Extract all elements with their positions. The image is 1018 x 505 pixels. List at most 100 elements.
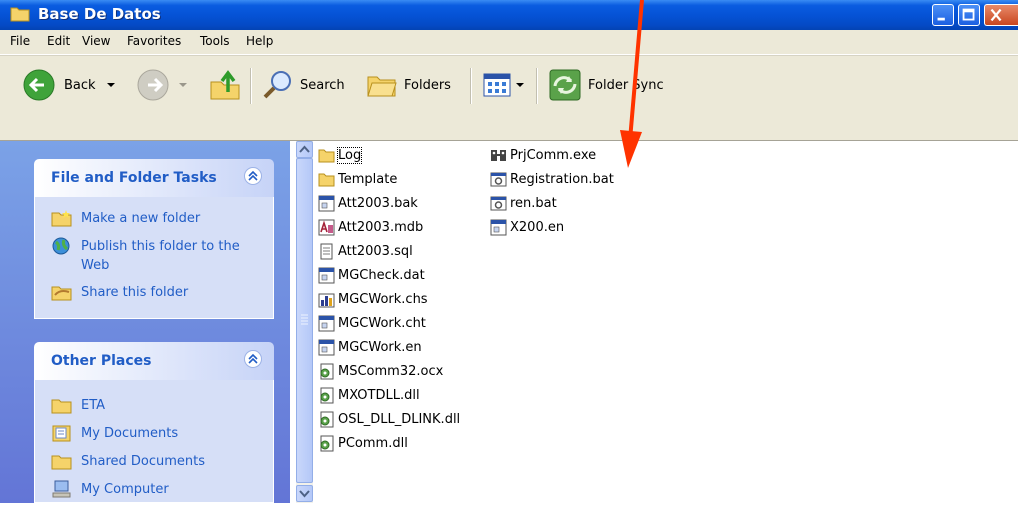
search-label: Search [300, 77, 345, 93]
other-places-header[interactable]: Other Places [34, 342, 274, 380]
list-item-file[interactable]: Registration.bat [490, 168, 614, 190]
dropdown-arrow-icon[interactable] [178, 80, 188, 90]
list-item-file[interactable]: PrjComm.exe [490, 144, 596, 166]
dll-file-icon [320, 411, 334, 427]
close-button[interactable] [984, 4, 1018, 26]
folder-icon [318, 149, 335, 162]
back-button[interactable]: Back [22, 68, 116, 102]
title-bar[interactable]: Base De Datos [0, 0, 1018, 30]
task-share-folder[interactable]: Share this folder [51, 283, 251, 302]
file-tasks-header[interactable]: File and Folder Tasks [34, 159, 274, 197]
list-item-file[interactable]: Att2003.sql [318, 240, 413, 262]
generic-file-icon [318, 315, 335, 331]
chevron-up-icon[interactable] [244, 350, 262, 368]
list-item-file[interactable]: MGCheck.dat [318, 264, 425, 286]
scroll-thumb[interactable] [296, 158, 313, 483]
list-item-folder[interactable]: Template [318, 168, 397, 190]
task-publish-folder[interactable]: Publish this folder to the Web [51, 237, 251, 275]
list-item-file[interactable]: MGCWork.cht [318, 312, 426, 334]
list-item-file[interactable]: PComm.dll [318, 432, 408, 454]
file-name: MGCWork.chs [338, 291, 428, 307]
file-name: MGCheck.dat [338, 267, 425, 283]
list-item-file[interactable]: MXOTDLL.dll [318, 384, 420, 406]
task-label: Share this folder [81, 285, 189, 300]
list-item-folder[interactable]: Log [318, 144, 363, 166]
file-name: Att2003.mdb [338, 219, 424, 235]
other-places-panel: ETA My Documents Shared Documents My Com… [34, 380, 274, 503]
list-item-file[interactable]: MSComm32.ocx [318, 360, 443, 382]
window-title: Base De Datos [38, 5, 161, 23]
place-label: Shared Documents [81, 454, 206, 469]
menu-view[interactable]: View [82, 34, 110, 48]
file-name: MSComm32.ocx [338, 363, 444, 379]
file-name: MGCWork.cht [338, 315, 426, 331]
folder-icon [10, 7, 30, 22]
place-shared-documents[interactable]: Shared Documents [51, 452, 251, 471]
list-item-file[interactable]: Att2003.mdb [318, 216, 423, 238]
file-name: PrjComm.exe [510, 147, 597, 163]
file-name: ren.bat [510, 195, 557, 211]
dropdown-arrow-icon[interactable] [515, 80, 525, 90]
generic-file-icon [318, 195, 335, 211]
menu-file[interactable]: File [10, 34, 30, 48]
toolbar-separator [536, 68, 538, 104]
place-label: ETA [81, 398, 106, 413]
file-name: OSL_DLL_DLINK.dll [338, 411, 461, 427]
task-label: Make a new folder [81, 211, 201, 226]
file-name: X200.en [510, 219, 565, 235]
dropdown-arrow-icon[interactable] [106, 80, 116, 90]
dll-file-icon [320, 387, 334, 403]
batch-file-icon [490, 172, 507, 186]
folder-icon [51, 455, 72, 470]
generic-file-icon [490, 219, 507, 235]
scroll-up-button[interactable] [296, 141, 313, 158]
list-item-file[interactable]: MGCWork.chs [318, 288, 428, 310]
list-item-file[interactable]: ren.bat [490, 192, 557, 214]
scroll-down-button[interactable] [296, 485, 313, 502]
vertical-scrollbar[interactable] [296, 141, 313, 503]
maximize-button[interactable] [958, 4, 980, 26]
folders-button[interactable]: Folders [366, 68, 451, 102]
minimize-button[interactable] [932, 4, 954, 26]
search-button[interactable]: Search [262, 68, 345, 102]
computer-icon [52, 480, 71, 498]
file-name: Registration.bat [510, 171, 614, 187]
menu-tools[interactable]: Tools [200, 34, 230, 48]
file-name: MXOTDLL.dll [338, 387, 420, 403]
up-folder-button[interactable] [208, 68, 242, 102]
toolbar: Back Search Folders Folder Sync [0, 55, 1018, 141]
menu-favorites[interactable]: Favorites [127, 34, 181, 48]
views-button[interactable] [482, 68, 525, 102]
menu-bar: File Edit View Favorites Tools Help [0, 30, 1018, 84]
file-name: Template [338, 171, 398, 187]
list-item-file[interactable]: Att2003.bak [318, 192, 418, 214]
executable-icon [491, 149, 506, 161]
help-file-icon [318, 293, 335, 307]
my-documents-icon [52, 425, 71, 442]
forward-button[interactable] [136, 68, 188, 102]
menu-edit[interactable]: Edit [47, 34, 70, 48]
forward-arrow-icon [137, 69, 169, 101]
dll-file-icon [320, 435, 334, 451]
place-my-computer[interactable]: My Computer [51, 480, 251, 499]
file-name: PComm.dll [338, 435, 408, 451]
generic-file-icon [318, 339, 335, 355]
toolbar-separator [470, 68, 472, 104]
menu-help[interactable]: Help [246, 34, 273, 48]
task-label: Publish this folder to the Web [81, 239, 240, 273]
task-make-new-folder[interactable]: Make a new folder [51, 209, 251, 228]
chevron-up-icon[interactable] [244, 167, 262, 185]
folder-icon [318, 173, 335, 186]
place-my-documents[interactable]: My Documents [51, 424, 251, 443]
back-label: Back [64, 77, 96, 93]
list-item-file[interactable]: X200.en [490, 216, 564, 238]
folder-icon [51, 399, 72, 414]
list-item-file[interactable]: MGCWork.en [318, 336, 422, 358]
file-tasks-panel: Make a new folder Publish this folder to… [34, 197, 274, 319]
list-item-file[interactable]: OSL_DLL_DLINK.dll [318, 408, 460, 430]
file-name: Att2003.bak [338, 195, 418, 211]
back-arrow-icon [23, 69, 55, 101]
place-eta[interactable]: ETA [51, 396, 251, 415]
views-icon [483, 73, 511, 97]
folder-sync-icon [549, 69, 581, 101]
